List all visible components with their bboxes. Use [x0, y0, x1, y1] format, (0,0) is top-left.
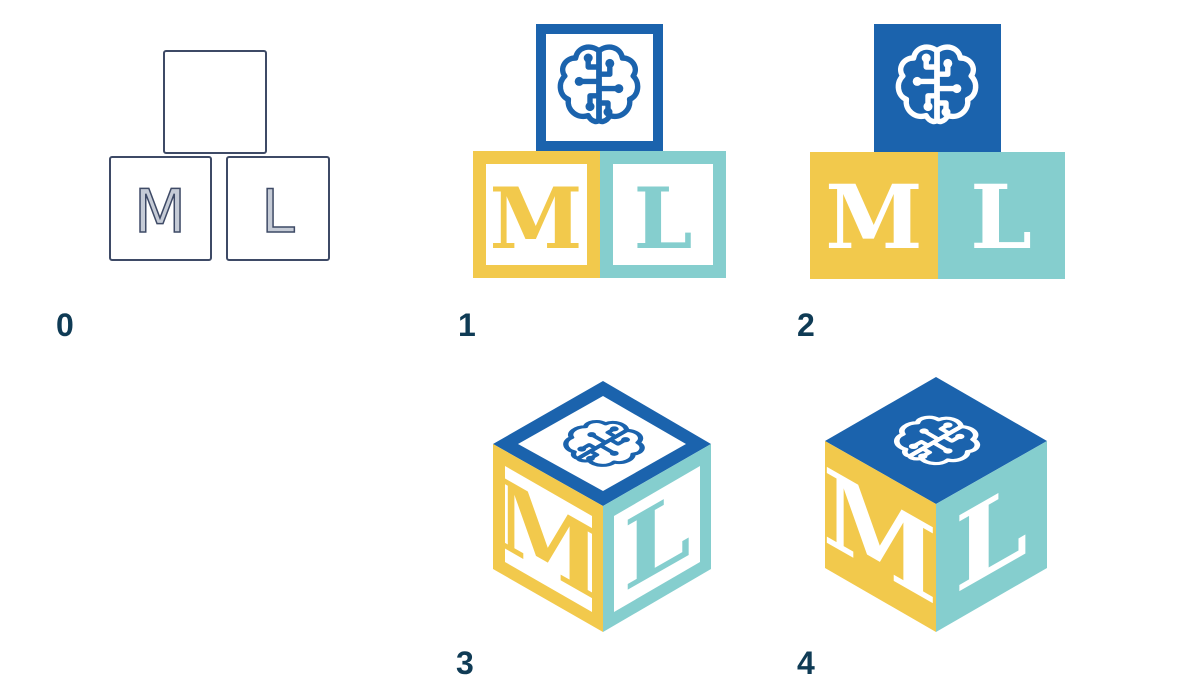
- step-4-isometric-solid-cube: M L: [822, 377, 1047, 632]
- step-1-outlined-blocks: M L: [473, 24, 726, 278]
- logo-evolution-diagram: M L 0 M L 1 M L 2 M L 3 M L 4: [56, 24, 1065, 681]
- step-label-2: 2: [797, 307, 815, 343]
- sketch-letter-l: L: [261, 177, 295, 247]
- step-label-0: 0: [56, 307, 74, 343]
- step-0-sketch: M L: [109, 50, 330, 261]
- step-label-1: 1: [458, 307, 476, 343]
- block-letter-m: M: [490, 169, 583, 268]
- sketch-top-block: [163, 50, 267, 154]
- step-label-4: 4: [797, 645, 815, 681]
- step-2-solid-blocks: M L: [810, 24, 1065, 279]
- step-3-isometric-outlined-cube: M L: [493, 381, 711, 632]
- step-label-3: 3: [456, 645, 474, 681]
- block-letter-l: L: [970, 165, 1032, 269]
- sketch-letter-m: M: [134, 177, 186, 247]
- block-letter-l: L: [633, 169, 692, 268]
- block-letter-m: M: [825, 165, 922, 269]
